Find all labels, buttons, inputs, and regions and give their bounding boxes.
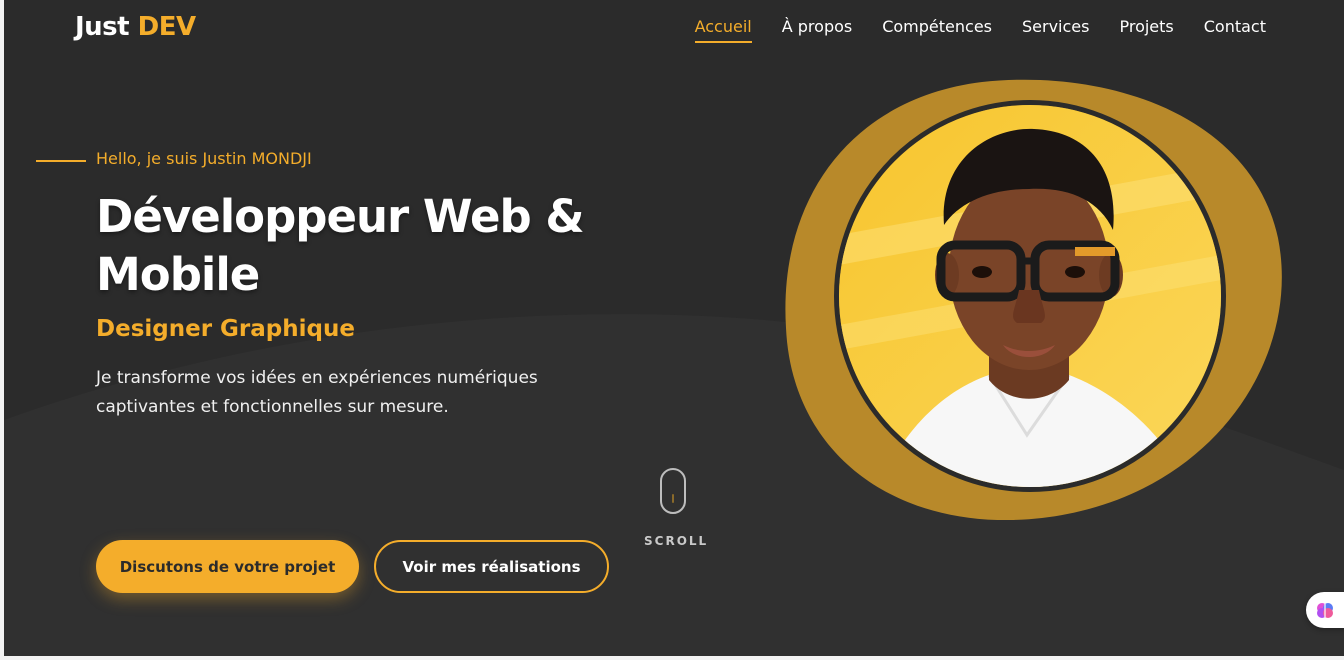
hero-section: Just DEV Accueil À propos Compétences Se… bbox=[4, 0, 1344, 656]
profile-photo bbox=[834, 100, 1226, 492]
assistant-widget[interactable] bbox=[1306, 592, 1344, 628]
greeting-divider bbox=[36, 160, 86, 162]
mouse-wheel bbox=[672, 494, 674, 503]
greeting-text: Hello, je suis Justin MONDJI bbox=[96, 149, 312, 168]
hero-description-line1: Je transforme vos idées en expériences n… bbox=[96, 368, 538, 388]
scroll-label: SCROLL bbox=[644, 534, 709, 548]
hero-title-line2: Mobile bbox=[96, 248, 260, 301]
brain-icon bbox=[1317, 603, 1333, 618]
mouse-scroll-icon[interactable] bbox=[660, 468, 686, 514]
contact-cta-button[interactable]: Discutons de votre projet bbox=[96, 540, 359, 593]
nav-item-projets[interactable]: Projets bbox=[1104, 17, 1188, 40]
nav-item-contact[interactable]: Contact bbox=[1189, 17, 1281, 40]
logo-main: Just bbox=[75, 12, 130, 42]
nav-item-competences[interactable]: Compétences bbox=[867, 17, 1007, 40]
nav-item-services[interactable]: Services bbox=[1007, 17, 1104, 40]
hero-description: Je transforme vos idées en expériences n… bbox=[96, 364, 596, 422]
portfolio-button[interactable]: Voir mes réalisations bbox=[374, 540, 609, 593]
hero-title: Développeur Web & Mobile bbox=[96, 188, 656, 304]
nav-item-a-propos[interactable]: À propos bbox=[767, 17, 867, 40]
logo-accent: DEV bbox=[137, 12, 196, 42]
hero-subtitle: Designer Graphique bbox=[96, 316, 355, 342]
hero-description-line2: captivantes et fonctionnelles sur mesure… bbox=[96, 397, 449, 417]
site-logo[interactable]: Just DEV bbox=[75, 12, 196, 42]
nav-item-accueil[interactable]: Accueil bbox=[680, 17, 767, 43]
main-nav: Accueil À propos Compétences Services Pr… bbox=[680, 17, 1281, 43]
hero-title-line1: Développeur Web & bbox=[96, 190, 585, 243]
